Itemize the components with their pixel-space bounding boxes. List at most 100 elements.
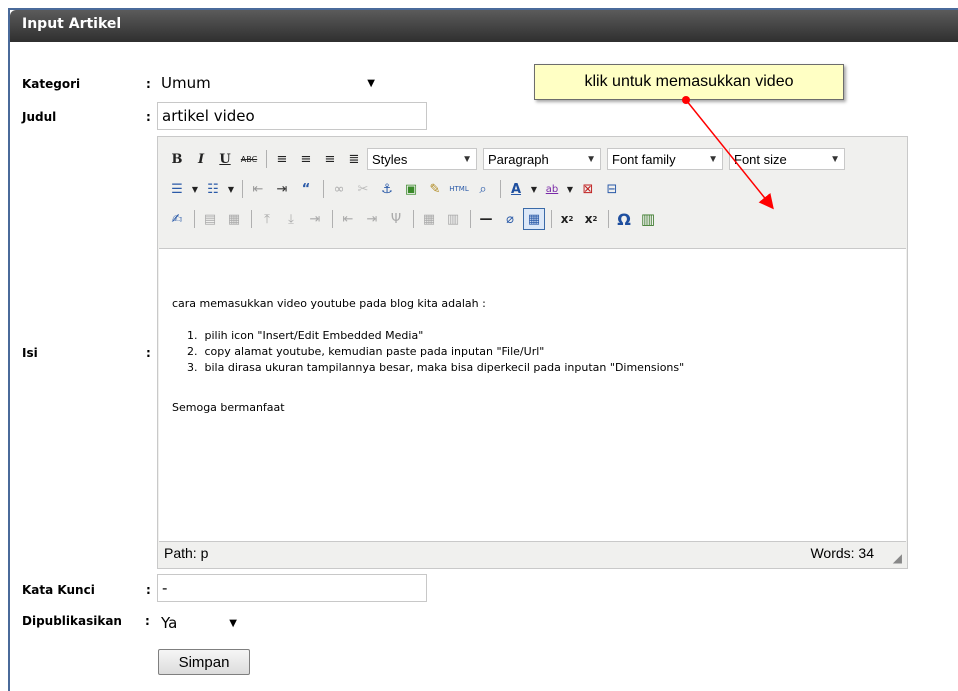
- highlight-color-icon[interactable]: ab: [541, 178, 563, 200]
- step-number: 3.: [187, 361, 205, 374]
- editor-status-bar: Path: p Words: 34 ◢: [159, 539, 906, 567]
- image-icon[interactable]: ▣: [400, 178, 422, 200]
- step-number: 1.: [187, 329, 205, 342]
- bullet-list-icon[interactable]: ☰: [166, 178, 188, 200]
- step-number: 2.: [187, 345, 205, 358]
- chevron-down-icon[interactable]: ▼: [565, 178, 575, 200]
- chevron-down-icon: ▼: [830, 153, 840, 165]
- judul-input[interactable]: artikel video: [157, 102, 427, 130]
- panel-header: [10, 10, 958, 42]
- bold-icon[interactable]: B: [166, 148, 188, 170]
- kata-kunci-input[interactable]: -: [157, 574, 427, 602]
- dipublikasikan-select[interactable]: Ya ▼: [157, 612, 241, 634]
- merge-cells-icon[interactable]: ▥: [442, 208, 464, 230]
- content-closing: Semoga bermanfaat: [172, 401, 285, 414]
- text-color-icon[interactable]: A: [505, 178, 527, 200]
- toolbar-separator: [266, 150, 267, 168]
- paragraph-label: Paragraph: [488, 151, 549, 167]
- editor-content-area[interactable]: cara memasukkan video youtube pada blog …: [159, 248, 906, 542]
- insert-row-after-icon[interactable]: ⤓: [280, 208, 302, 230]
- row-properties-icon[interactable]: ▤: [199, 208, 221, 230]
- insert-column-after-icon[interactable]: ⇥: [361, 208, 383, 230]
- styles-dropdown[interactable]: Styles ▼: [367, 148, 477, 170]
- toolbar-row-1: B I U ABC ≡ ≡ ≡ ≣ Styles ▼ Paragraph ▼ Fon…: [158, 145, 907, 173]
- status-word-count: Words: 34: [810, 545, 874, 561]
- step-text: bila dirasa ukuran tampilannya besar, ma…: [204, 361, 685, 374]
- font-family-label: Font family: [612, 151, 676, 167]
- special-character-icon[interactable]: Ω: [613, 208, 635, 230]
- chevron-down-icon: ▼: [462, 153, 472, 165]
- toolbar-separator: [608, 210, 609, 228]
- eraser-icon[interactable]: ⌀: [499, 208, 521, 230]
- content-step: 2. copy alamat youtube, kemudian paste p…: [187, 345, 684, 358]
- annotation-callout: klik untuk memasukkan video: [534, 64, 844, 100]
- kategori-select[interactable]: Umum ▼: [157, 72, 379, 94]
- resize-handle-icon[interactable]: ◢: [893, 551, 902, 565]
- edit-table-icon[interactable]: ✍: [166, 208, 188, 230]
- toolbar-separator: [470, 210, 471, 228]
- align-justify-icon[interactable]: ≣: [343, 148, 365, 170]
- cleanup-icon[interactable]: ✎: [424, 178, 446, 200]
- visual-aid-icon[interactable]: ▦: [523, 208, 545, 230]
- subscript-icon[interactable]: x2: [556, 208, 578, 230]
- html-source-icon[interactable]: HTML: [448, 178, 470, 200]
- simpan-button[interactable]: Simpan: [158, 649, 250, 675]
- blockquote-icon[interactable]: “: [295, 178, 317, 200]
- page-break-icon[interactable]: ⊟: [601, 178, 623, 200]
- strikethrough-icon[interactable]: ABC: [238, 148, 260, 170]
- font-size-label: Font size: [734, 151, 787, 167]
- toolbar-separator: [332, 210, 333, 228]
- chevron-down-icon[interactable]: ▼: [529, 178, 539, 200]
- align-right-icon[interactable]: ≡: [319, 148, 341, 170]
- insert-embedded-media-icon[interactable]: ▥: [637, 208, 659, 230]
- horizontal-rule-icon[interactable]: —: [475, 208, 497, 230]
- isi-label: Isi: [22, 346, 38, 360]
- outdent-icon[interactable]: ⇤: [247, 178, 269, 200]
- anchor-icon[interactable]: ⚓: [376, 178, 398, 200]
- chevron-down-icon: ▼: [586, 153, 596, 165]
- cell-properties-icon[interactable]: ▦: [223, 208, 245, 230]
- font-family-dropdown[interactable]: Font family ▼: [607, 148, 723, 170]
- delete-column-icon[interactable]: Ψ: [385, 208, 407, 230]
- dipublikasikan-label: Dipublikasikan: [22, 614, 122, 628]
- step-text: copy alamat youtube, kemudian paste pada…: [204, 345, 545, 358]
- insert-row-before-icon[interactable]: ⤒: [256, 208, 278, 230]
- dipublikasikan-value: Ya: [161, 614, 178, 632]
- underline-icon[interactable]: U: [214, 148, 236, 170]
- preview-icon[interactable]: ⌕: [472, 178, 494, 200]
- toolbar-row-3: ✍ ▤ ▦ ⤒ ⤓ ⇥ ⇤ ⇥ Ψ ▦ ▥ — ⌀ ▦ x2 x2 Ω ▥: [158, 205, 907, 233]
- judul-label: Judul: [22, 110, 57, 124]
- kata-kunci-label: Kata Kunci: [22, 583, 95, 597]
- kategori-value: Umum: [161, 74, 211, 92]
- delete-row-icon[interactable]: ⇥: [304, 208, 326, 230]
- isi-colon: :: [146, 346, 151, 360]
- font-size-dropdown[interactable]: Font size ▼: [729, 148, 845, 170]
- chevron-down-icon[interactable]: ▼: [190, 178, 200, 200]
- numbered-list-icon[interactable]: ☷: [202, 178, 224, 200]
- split-cells-icon[interactable]: ▦: [418, 208, 440, 230]
- toolbar-separator: [500, 180, 501, 198]
- toolbar-separator: [551, 210, 552, 228]
- indent-icon[interactable]: ⇥: [271, 178, 293, 200]
- remove-format-icon[interactable]: ⊠: [577, 178, 599, 200]
- superscript-icon[interactable]: x2: [580, 208, 602, 230]
- insert-column-before-icon[interactable]: ⇤: [337, 208, 359, 230]
- toolbar-row-2: ☰ ▼ ☷ ▼ ⇤ ⇥ “ ∞ ✂ ⚓ ▣ ✎ HTML ⌕ A ▼ ab ▼ …: [158, 175, 907, 203]
- kategori-label: Kategori: [22, 77, 81, 91]
- rich-text-editor: B I U ABC ≡ ≡ ≡ ≣ Styles ▼ Paragraph ▼ Fon…: [157, 136, 908, 569]
- content-intro: cara memasukkan video youtube pada blog …: [172, 297, 486, 310]
- unlink-icon[interactable]: ✂: [352, 178, 374, 200]
- panel-title: Input Artikel: [22, 16, 122, 32]
- paragraph-dropdown[interactable]: Paragraph ▼: [483, 148, 601, 170]
- chevron-down-icon: ▼: [708, 153, 718, 165]
- step-text: pilih icon "Insert/Edit Embedded Media": [204, 329, 424, 342]
- chevron-down-icon: ▼: [367, 77, 375, 89]
- toolbar-separator: [413, 210, 414, 228]
- chevron-down-icon[interactable]: ▼: [226, 178, 236, 200]
- toolbar-separator: [323, 180, 324, 198]
- italic-icon[interactable]: I: [190, 148, 212, 170]
- link-icon[interactable]: ∞: [328, 178, 350, 200]
- align-center-icon[interactable]: ≡: [295, 148, 317, 170]
- align-left-icon[interactable]: ≡: [271, 148, 293, 170]
- judul-colon: :: [146, 110, 151, 124]
